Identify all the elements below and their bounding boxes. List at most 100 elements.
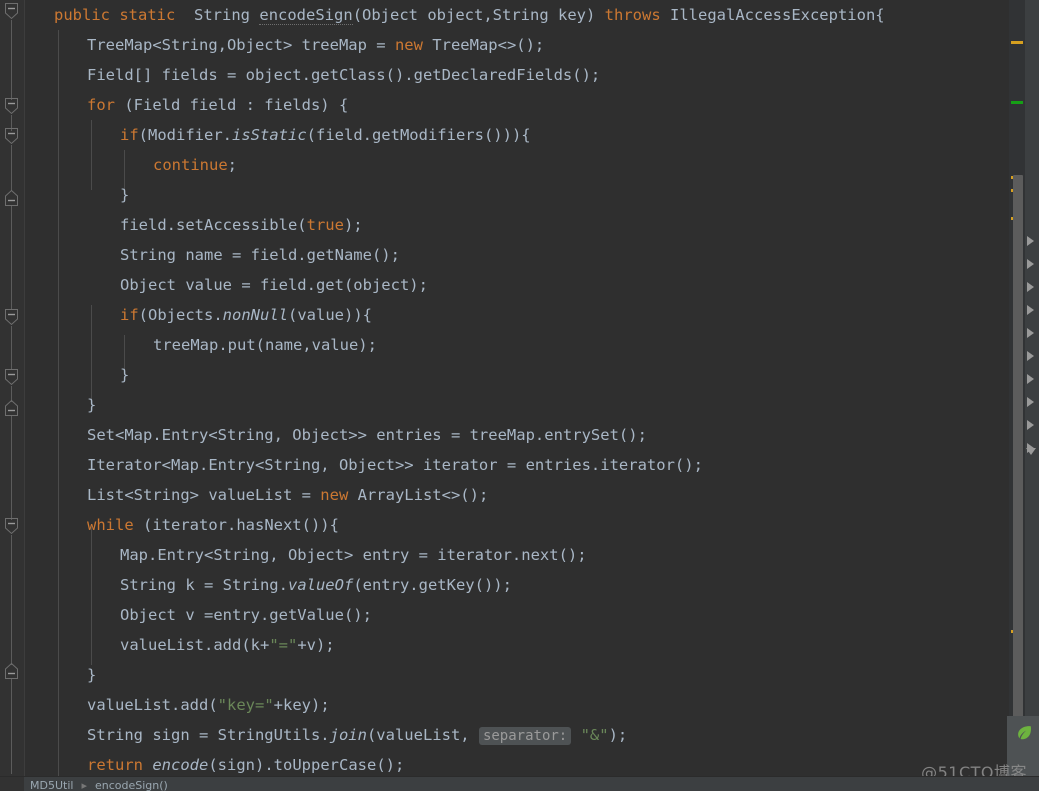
- fold-region-line: [11, 326, 12, 370]
- code-line[interactable]: }: [26, 390, 1009, 420]
- code-token-kw: new: [320, 486, 349, 504]
- fold-region-line: [11, 679, 12, 774]
- code-fold-toggle-icon[interactable]: [2, 368, 21, 387]
- code-token-plain: );: [608, 726, 628, 744]
- code-token-plain: (iterator.hasNext()){: [133, 516, 339, 534]
- code-token-plain: List<String> valueList =: [87, 486, 321, 504]
- code-token-kw: static: [119, 6, 176, 24]
- idea-editor-window: public static String encodeSign(Object o…: [0, 0, 1039, 791]
- code-fold-toggle-icon[interactable]: [2, 517, 21, 536]
- code-token-plain: String k = String.: [120, 576, 288, 594]
- code-line[interactable]: List<String> valueList = new ArrayList<>…: [26, 480, 1009, 510]
- code-line[interactable]: Object value = field.get(object);: [26, 270, 1009, 300]
- spring-leaf-icon[interactable]: [1015, 724, 1033, 742]
- code-token-plain: Field[] fields = object.getClass().getDe…: [87, 66, 601, 84]
- code-line[interactable]: while (iterator.hasNext()){: [26, 510, 1009, 540]
- code-token-plain: (valueList,: [366, 726, 479, 744]
- code-line[interactable]: String name = field.getName();: [26, 240, 1009, 270]
- breadcrumb-item-class[interactable]: MD5Util: [30, 779, 73, 791]
- code-token-plain: IllegalAccessException{: [670, 6, 885, 24]
- code-token-kw: return: [87, 756, 143, 774]
- fold-region-line: [11, 416, 12, 520]
- expand-arrow-icon[interactable]: [1027, 397, 1034, 407]
- code-fold-toggle-icon[interactable]: [2, 97, 21, 116]
- code-token-plain: Object value = field.get(object);: [120, 276, 428, 294]
- code-token-kw: for: [87, 96, 115, 114]
- code-fold-toggle-icon[interactable]: [2, 127, 21, 146]
- code-token-plain: field.setAccessible(: [120, 216, 307, 234]
- collapse-arrow-icon[interactable]: [1026, 448, 1036, 455]
- code-line[interactable]: valueList.add(k+"="+v);: [26, 630, 1009, 660]
- vertical-scrollbar-thumb[interactable]: [1013, 175, 1023, 775]
- code-token-plain: }: [120, 366, 130, 384]
- code-token-plain: ArrayList<>();: [348, 486, 489, 504]
- code-line[interactable]: }: [26, 360, 1009, 390]
- code-token-plain: Set<Map.Entry<String, Object>> entries =…: [87, 426, 647, 444]
- code-token-static: valueOf: [287, 576, 354, 594]
- expand-arrow-icon[interactable]: [1027, 236, 1034, 246]
- code-line[interactable]: if(Modifier.isStatic(field.getModifiers(…: [26, 120, 1009, 150]
- code-token-plain: (Objects.: [138, 306, 223, 324]
- code-fold-toggle-icon[interactable]: [2, 661, 21, 680]
- code-text[interactable]: public static String encodeSign(Object o…: [26, 0, 1009, 776]
- code-editor-area[interactable]: public static String encodeSign(Object o…: [0, 0, 1009, 776]
- warning-stripe[interactable]: [1011, 41, 1023, 44]
- code-line[interactable]: valueList.add("key="+key);: [26, 690, 1009, 720]
- code-token-kw: while: [87, 516, 134, 534]
- code-token-plain: valueList.add(k+: [120, 636, 270, 654]
- code-line[interactable]: continue;: [26, 150, 1009, 180]
- expand-arrow-icon[interactable]: [1027, 328, 1034, 338]
- code-line[interactable]: String sign = StringUtils.join(valueList…: [26, 720, 1009, 750]
- code-token-declname: encodeSign: [259, 6, 353, 25]
- code-token-plain: (value)){: [288, 306, 372, 324]
- code-token-inlay: separator:: [478, 727, 572, 745]
- editor-gutter[interactable]: [0, 0, 24, 776]
- code-token-plain: String name = field.getName();: [120, 246, 400, 264]
- code-line[interactable]: }: [26, 180, 1009, 210]
- code-line[interactable]: TreeMap<String,Object> treeMap = new Tre…: [26, 30, 1009, 60]
- expand-arrow-icon[interactable]: [1027, 282, 1034, 292]
- code-fold-toggle-icon[interactable]: [2, 398, 21, 417]
- breadcrumb-bar[interactable]: MD5Util ▸ encodeSign(): [0, 776, 1039, 791]
- code-line[interactable]: Set<Map.Entry<String, Object>> entries =…: [26, 420, 1009, 450]
- code-token-plain: String: [194, 6, 251, 24]
- code-fold-toggle-icon[interactable]: [2, 308, 21, 327]
- code-token-kw: continue: [153, 156, 228, 174]
- code-token-plain: }: [87, 666, 97, 684]
- side-marker-column[interactable]: [1025, 0, 1039, 776]
- code-line[interactable]: for (Field field : fields) {: [26, 90, 1009, 120]
- code-token-static: encode: [152, 756, 209, 774]
- code-line[interactable]: treeMap.put(name,value);: [26, 330, 1009, 360]
- code-token-plain: (Object object,String key): [352, 6, 605, 24]
- code-fold-toggle-icon[interactable]: [2, 2, 21, 21]
- expand-arrow-icon[interactable]: [1027, 351, 1034, 361]
- expand-arrow-icon[interactable]: [1027, 259, 1034, 269]
- code-token-plain: (entry.getKey());: [353, 576, 512, 594]
- expand-arrow-icon[interactable]: [1027, 305, 1034, 315]
- code-line[interactable]: String k = String.valueOf(entry.getKey()…: [26, 570, 1009, 600]
- code-fold-toggle-icon[interactable]: [2, 188, 21, 207]
- code-line[interactable]: field.setAccessible(true);: [26, 210, 1009, 240]
- code-token-kw: true: [306, 216, 344, 234]
- code-line[interactable]: public static String encodeSign(Object o…: [26, 0, 1009, 30]
- code-line[interactable]: if(Objects.nonNull(value)){: [26, 300, 1009, 330]
- code-token-plain: TreeMap<>();: [422, 36, 545, 54]
- code-line[interactable]: Object v =entry.getValue();: [26, 600, 1009, 630]
- expand-arrow-icon[interactable]: [1027, 374, 1034, 384]
- code-line[interactable]: Iterator<Map.Entry<String, Object>> iter…: [26, 450, 1009, 480]
- code-line[interactable]: return encode(sign).toUpperCase();: [26, 750, 1009, 776]
- code-line[interactable]: Map.Entry<String, Object> entry = iterat…: [26, 540, 1009, 570]
- code-token-plain: (field.getModifiers())){: [306, 126, 531, 144]
- fold-region-line: [11, 206, 12, 310]
- code-line[interactable]: }: [26, 660, 1009, 690]
- fold-region-line: [11, 20, 12, 100]
- info-stripe[interactable]: [1011, 101, 1023, 104]
- code-token-kw: new: [394, 36, 423, 54]
- expand-arrow-icon[interactable]: [1027, 420, 1034, 430]
- code-line[interactable]: Field[] fields = object.getClass().getDe…: [26, 60, 1009, 90]
- breadcrumb-item-method[interactable]: encodeSign(): [95, 779, 168, 791]
